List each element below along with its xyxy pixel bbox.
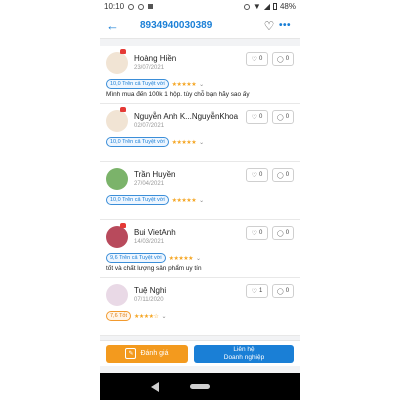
rating-badge: 7,6 Tốt xyxy=(106,311,132,321)
like-button[interactable]: ♡ 1 xyxy=(246,284,268,298)
review-item: Trần Huyền 27/04/2021 ♡ 0 ◯ 0 10,0 Trên cả… xyxy=(100,162,300,220)
page-title: 8934940030389 xyxy=(140,20,213,31)
comment-button[interactable]: ◯ 0 xyxy=(272,52,294,66)
chevron-down-icon[interactable]: ⌄ xyxy=(196,255,201,262)
comment-count: 0 xyxy=(285,230,290,236)
review-item: Nguyễn Anh K...NguyễnKhoa 02/07/2021 ♡ 0 … xyxy=(100,104,300,162)
review-item: Tuệ Nghi 07/11/2020 ♡ 1 ◯ 0 7,6 Tốt ★★★★☆ … xyxy=(100,278,300,336)
nav-back-icon[interactable] xyxy=(151,381,160,392)
review-date: 14/03/2021 xyxy=(134,239,165,245)
like-count: 0 xyxy=(259,114,263,120)
avatar-badge-icon xyxy=(120,49,126,54)
review-comment: tốt và chất lượng sản phẩm uy tín xyxy=(106,265,202,272)
rating-badge: 10,0 Trên cả Tuyệt vời xyxy=(106,137,169,147)
reviewer-name[interactable]: Bui VietAnh xyxy=(134,228,176,237)
review-list: Hoàng Hiền 23/07/2021 ♡ 0 ◯ 0 10,0 Trên cả… xyxy=(100,46,300,336)
battery-icon xyxy=(272,3,277,10)
like-button[interactable]: ♡ 0 xyxy=(246,110,268,124)
rating-badge: 10,0 Trên cả Tuyệt vời xyxy=(106,195,169,205)
app-bar: ← 8934940030389 ♡ ••• xyxy=(100,13,300,39)
messenger-icon xyxy=(138,3,145,10)
comment-count: 0 xyxy=(285,172,290,178)
comment-count: 0 xyxy=(285,288,290,294)
star-rating: ★★★★★ xyxy=(171,81,197,88)
review-item: Bui VietAnh 14/03/2021 ♡ 0 ◯ 0 9,6 Trên cả… xyxy=(100,220,300,278)
heart-icon: ♡ xyxy=(251,114,258,121)
chevron-down-icon[interactable]: ⌄ xyxy=(199,81,204,88)
avatar[interactable] xyxy=(106,52,128,74)
nav-recents-placeholder xyxy=(241,384,249,389)
alarm-icon xyxy=(243,3,250,10)
comment-icon: ◯ xyxy=(276,56,284,63)
contact-business-button[interactable]: Liên hệ Doanh nghiệp xyxy=(194,344,294,363)
star-rating: ★★★★☆ xyxy=(134,313,159,320)
rating-badge: 10,0 Trên cả Tuyệt vời xyxy=(106,79,169,89)
heart-icon: ♡ xyxy=(251,172,258,179)
phone-screen: 10:10 ▼ ◢ 48% ← 8934940030389 ♡ ••• Hoàn… xyxy=(100,0,300,400)
like-button[interactable]: ♡ 0 xyxy=(246,52,268,66)
review-date: 27/04/2021 xyxy=(134,181,165,187)
edit-icon: ✎ xyxy=(125,348,137,359)
battery-level: 48% xyxy=(279,2,296,11)
signal-icon: ◢ xyxy=(263,2,270,11)
comment-button[interactable]: ◯ 0 xyxy=(272,226,294,240)
like-button[interactable]: ♡ 0 xyxy=(246,226,268,240)
review-comment: Mình mua đến 100k 1 hộp. tùy chỗ bạn hãy… xyxy=(106,91,250,98)
heart-icon: ♡ xyxy=(251,56,258,63)
comment-button[interactable]: ◯ 0 xyxy=(272,284,294,298)
status-bar: 10:10 ▼ ◢ 48% xyxy=(100,0,300,13)
status-time: 10:10 xyxy=(104,2,125,11)
like-button[interactable]: ♡ 0 xyxy=(246,168,268,182)
like-count: 1 xyxy=(259,288,263,294)
avatar[interactable] xyxy=(106,168,128,190)
review-date: 02/07/2021 xyxy=(134,123,165,129)
rate-button[interactable]: ✎ Đánh giá xyxy=(106,344,188,363)
comment-icon: ◯ xyxy=(276,172,284,179)
like-count: 0 xyxy=(259,172,263,178)
comment-icon: ◯ xyxy=(276,114,284,121)
like-count: 0 xyxy=(259,230,263,236)
avatar-badge-icon xyxy=(120,107,126,112)
reviewer-name[interactable]: Nguyễn Anh K...NguyễnKhoa xyxy=(134,112,238,121)
rate-button-label: Đánh giá xyxy=(140,350,169,357)
heart-icon: ♡ xyxy=(251,288,258,295)
avatar[interactable] xyxy=(106,284,128,306)
heart-icon: ♡ xyxy=(251,230,258,237)
notification-icon xyxy=(128,3,135,10)
review-item: Hoàng Hiền 23/07/2021 ♡ 0 ◯ 0 10,0 Trên cả… xyxy=(100,46,300,104)
rating-badge: 9,6 Trên cả Tuyệt vời xyxy=(106,253,166,263)
chevron-down-icon[interactable]: ⌄ xyxy=(199,197,204,204)
more-options-icon[interactable]: ••• xyxy=(276,20,294,31)
nav-home-icon[interactable] xyxy=(189,384,210,389)
reviewer-name[interactable]: Trần Huyền xyxy=(134,170,176,179)
like-count: 0 xyxy=(259,56,263,62)
comment-count: 0 xyxy=(285,114,290,120)
comment-icon: ◯ xyxy=(276,288,284,295)
comment-button[interactable]: ◯ 0 xyxy=(272,168,294,182)
contact-line2: Doanh nghiệp xyxy=(223,353,265,361)
avatar-badge-icon xyxy=(120,223,126,228)
review-date: 23/07/2021 xyxy=(134,65,165,71)
star-rating: ★★★★★ xyxy=(171,139,197,146)
avatar[interactable] xyxy=(106,226,128,248)
comment-button[interactable]: ◯ 0 xyxy=(272,110,294,124)
reviewer-name[interactable]: Tuệ Nghi xyxy=(134,286,166,295)
comment-icon: ◯ xyxy=(276,230,284,237)
contact-line1: Liên hệ xyxy=(233,345,255,353)
wifi-icon: ▼ xyxy=(252,2,261,11)
avatar[interactable] xyxy=(106,110,128,132)
favorite-heart-icon[interactable]: ♡ xyxy=(262,19,276,33)
app-notification-icon xyxy=(148,4,154,9)
bottom-gap xyxy=(100,366,300,373)
bottom-action-bar: ✎ Đánh giá Liên hệ Doanh nghiệp xyxy=(100,340,300,366)
star-rating: ★★★★★ xyxy=(168,255,194,262)
chevron-down-icon[interactable]: ⌄ xyxy=(161,313,166,320)
chevron-down-icon[interactable]: ⌄ xyxy=(199,139,204,146)
comment-count: 0 xyxy=(285,56,290,62)
android-nav-bar xyxy=(100,373,300,400)
reviewer-name[interactable]: Hoàng Hiền xyxy=(134,54,176,63)
back-arrow-icon[interactable]: ← xyxy=(106,18,122,33)
review-date: 07/11/2020 xyxy=(134,297,164,303)
star-rating: ★★★★★ xyxy=(171,197,197,204)
